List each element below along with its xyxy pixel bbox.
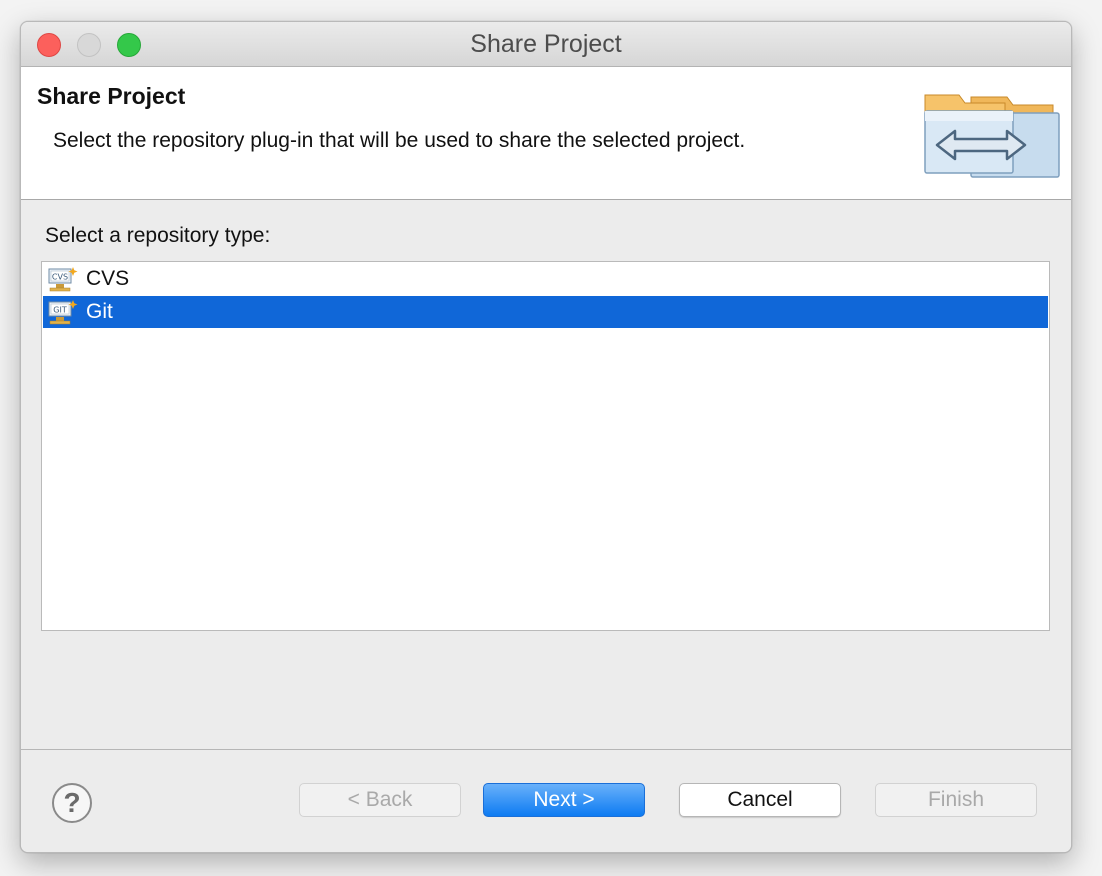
share-folders-icon	[924, 94, 1060, 178]
svg-text:GIT: GIT	[53, 306, 67, 315]
title-bar[interactable]: Share Project	[21, 22, 1071, 67]
repository-type-label: Select a repository type:	[45, 224, 271, 247]
help-icon[interactable]: ?	[52, 783, 92, 823]
list-item-cvs[interactable]: CVS CVS	[43, 263, 1048, 295]
svg-text:CVS: CVS	[52, 273, 68, 282]
share-project-dialog: Share Project Share Project Select the r…	[20, 21, 1072, 853]
wizard-banner: Share Project Select the repository plug…	[21, 67, 1071, 200]
git-repository-icon: GIT	[48, 300, 78, 325]
banner-title: Share Project	[37, 83, 186, 109]
list-item-git[interactable]: GIT Git	[43, 296, 1048, 328]
next-button[interactable]: Next >	[483, 783, 645, 817]
list-item-label: CVS	[86, 267, 130, 290]
finish-button[interactable]: Finish	[875, 783, 1037, 817]
list-item-label: Git	[86, 300, 113, 323]
window-title: Share Project	[470, 30, 622, 58]
wizard-footer: ? < Back Next > Cancel Finish	[21, 749, 1071, 852]
repository-type-list[interactable]: CVS CVS GIT Git	[41, 261, 1050, 631]
banner-description: Select the repository plug-in that will …	[53, 129, 746, 152]
back-button[interactable]: < Back	[299, 783, 461, 817]
cvs-repository-icon: CVS	[48, 267, 78, 292]
wizard-content: Select a repository type: CVS CVS GIT Gi…	[21, 200, 1071, 749]
cancel-button[interactable]: Cancel	[679, 783, 841, 817]
